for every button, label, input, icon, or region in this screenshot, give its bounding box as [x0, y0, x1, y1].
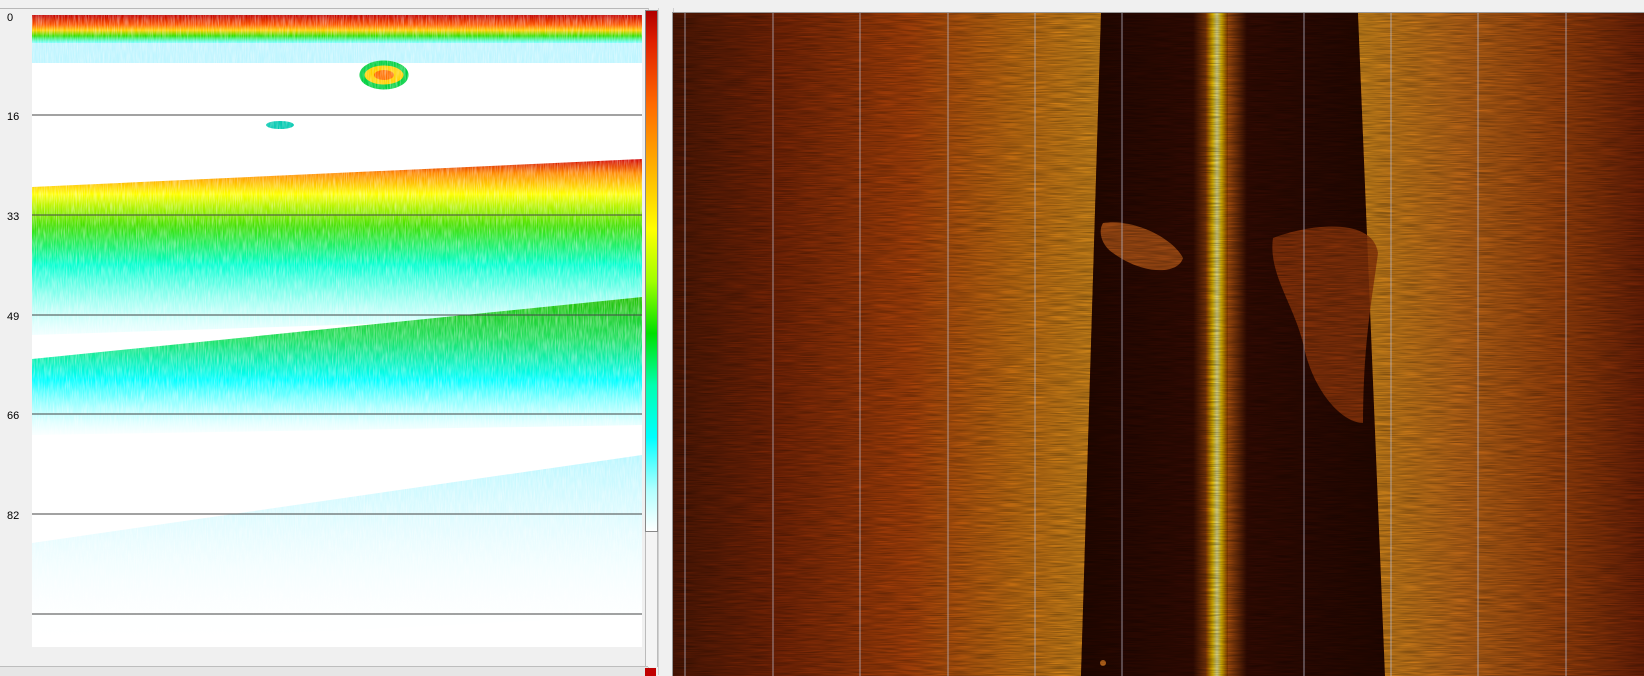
- echogram-view[interactable]: [32, 15, 642, 647]
- color-scale-track: [645, 532, 658, 667]
- color-scale-bar: [645, 10, 658, 532]
- depth-label-82: 82: [7, 510, 20, 522]
- depth-label-33: 33: [7, 211, 20, 223]
- depth-label-49: 49: [7, 311, 20, 323]
- sidescan-view[interactable]: [672, 12, 1644, 676]
- depth-label-16: 16: [7, 111, 20, 123]
- depth-label-66: 66: [7, 410, 20, 422]
- echogram-panel: 0 16 33 49 66 82: [0, 8, 649, 676]
- depth-label-0: 0: [7, 12, 14, 24]
